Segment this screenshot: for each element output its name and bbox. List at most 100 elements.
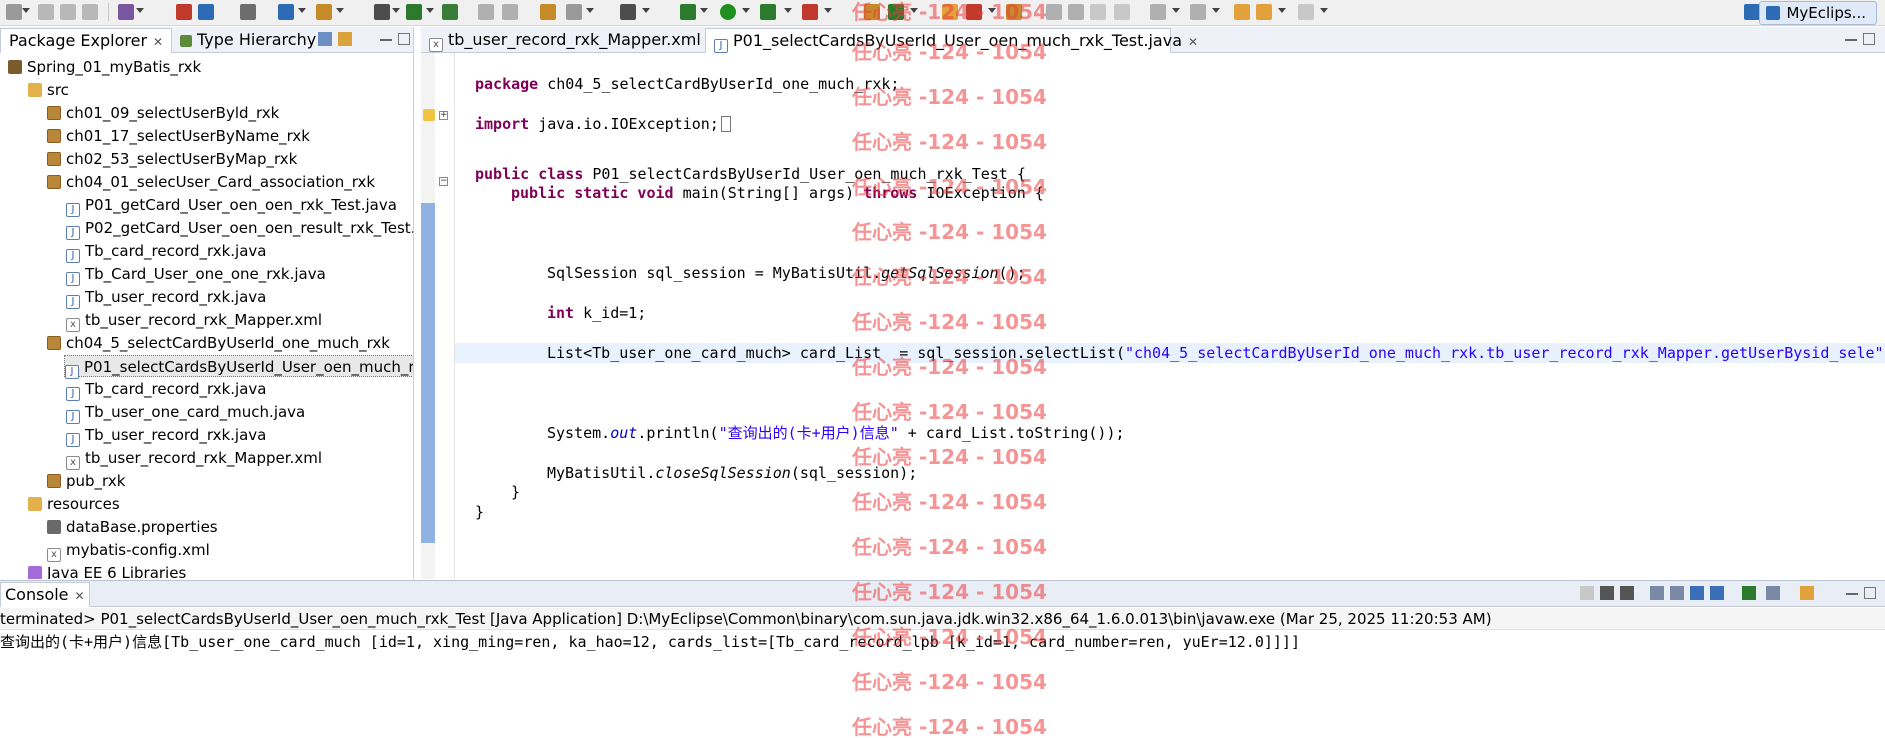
search-file-icon[interactable] [566, 4, 582, 20]
display-console-icon[interactable] [1766, 586, 1780, 600]
tree-item-package[interactable]: ch04_5_selectCardByUserId_one_much_rxk [47, 332, 390, 354]
tree-item-selected-file[interactable]: P01_selectCardsByUserId_User_oen_much_rx [64, 355, 413, 379]
chevron-down-icon[interactable] [742, 8, 750, 13]
new-project-icon[interactable] [864, 4, 880, 20]
chevron-down-icon[interactable] [336, 8, 344, 13]
print-icon[interactable] [82, 4, 98, 20]
chevron-down-icon[interactable] [988, 8, 996, 13]
open-file-icon[interactable] [478, 4, 494, 20]
remove-all-icon[interactable] [1620, 586, 1634, 600]
tree-item-file[interactable]: Tb_Card_User_one_one_rxk.java [66, 263, 326, 286]
chevron-down-icon[interactable] [642, 8, 650, 13]
chevron-down-icon[interactable] [586, 8, 594, 13]
prev-annotation-icon[interactable] [1190, 4, 1206, 20]
tree-item-file[interactable]: Tb_user_record_rxk.java [66, 286, 266, 309]
new-icon[interactable] [6, 4, 22, 20]
tree-item-file[interactable]: dataBase.properties [47, 516, 218, 538]
tree-item-file[interactable]: Tb_card_record_rxk.java [66, 378, 267, 401]
tab-console[interactable]: Console ✕ [0, 582, 90, 607]
minimize-icon[interactable] [1845, 39, 1857, 41]
server-icon[interactable] [198, 4, 214, 20]
tree-item-file[interactable]: Tb_user_one_card_much.java [66, 401, 305, 424]
chevron-down-icon[interactable] [426, 8, 434, 13]
tree-item-file[interactable]: tb_user_record_rxk_Mapper.xml [66, 309, 322, 332]
run-icon[interactable] [720, 4, 736, 20]
tree-item-file[interactable]: P01_getCard_User_oen_oen_rxk_Test.java [66, 194, 397, 217]
close-icon[interactable]: ✕ [1188, 35, 1198, 49]
chevron-down-icon[interactable] [1172, 8, 1180, 13]
layout-icon[interactable] [374, 4, 390, 20]
external-tools-icon[interactable] [802, 4, 818, 20]
deploy-icon[interactable] [176, 4, 192, 20]
toggle-icon[interactable] [1090, 4, 1106, 20]
open-type-icon[interactable] [240, 4, 256, 20]
expand-import-icon[interactable]: + [439, 111, 448, 120]
build-icon[interactable] [888, 4, 904, 20]
save-icon[interactable] [38, 4, 54, 20]
tab-package-explorer[interactable]: Package Explorer ✕ [0, 28, 172, 53]
folded-block-marker[interactable] [720, 116, 731, 132]
globe-icon[interactable] [442, 4, 458, 20]
chevron-down-icon[interactable] [136, 8, 144, 13]
remove-launch-icon[interactable] [1600, 586, 1614, 600]
minimize-icon[interactable] [1846, 593, 1858, 595]
chevron-down-icon[interactable] [22, 8, 30, 13]
chevron-down-icon[interactable] [1278, 8, 1286, 13]
perspective-switcher-button[interactable]: MyEclips... [1759, 1, 1877, 25]
open-folder-icon[interactable] [942, 4, 958, 20]
tab-test-java[interactable]: P01_selectCardsByUserId_User_oen_much_rx… [705, 28, 1198, 53]
maximize-icon[interactable] [1863, 33, 1875, 45]
terminate-icon[interactable] [1580, 586, 1594, 600]
debug-icon[interactable] [680, 4, 696, 20]
warning-icon[interactable] [423, 109, 435, 121]
tree-item-package[interactable]: pub_rxk [47, 470, 125, 492]
close-icon[interactable]: ✕ [75, 589, 85, 603]
block-icon[interactable] [1114, 4, 1130, 20]
chevron-down-icon[interactable] [298, 8, 306, 13]
edit-icon[interactable] [966, 4, 982, 20]
link-editor-icon[interactable] [338, 32, 352, 46]
tree-item-resources[interactable]: resources [28, 493, 120, 515]
tab-type-hierarchy[interactable]: Type Hierarchy [172, 28, 316, 53]
forward-arrow-icon[interactable] [1298, 4, 1314, 20]
minimize-icon[interactable] [380, 39, 392, 41]
close-icon[interactable]: ✕ [153, 35, 163, 49]
pin-console-icon[interactable] [1742, 586, 1756, 600]
back-arrow-icon[interactable] [1256, 4, 1272, 20]
code-area[interactable]: package ch04_5_selectCardByUserId_one_mu… [455, 53, 1885, 579]
refresh-icon[interactable] [502, 4, 518, 20]
maximize-icon[interactable] [1864, 587, 1876, 599]
tree-item-src[interactable]: src [28, 79, 69, 101]
chevron-down-icon[interactable] [784, 8, 792, 13]
next-annotation-icon[interactable] [1150, 4, 1166, 20]
tree-item-library[interactable]: Java EE 6 Libraries [28, 562, 186, 579]
pin-icon[interactable] [1046, 4, 1062, 20]
annotation-icon[interactable] [1006, 4, 1022, 20]
tree-item-file[interactable]: Tb_user_record_rxk.java [66, 424, 266, 447]
console-output[interactable]: 查询出的(卡+用户)信息[Tb_user_one_card_much [id=1… [0, 631, 1885, 653]
tree-item-file[interactable]: Tb_card_record_rxk.java [66, 240, 267, 263]
open-perspective-icon[interactable] [1744, 4, 1760, 20]
chevron-down-icon[interactable] [1212, 8, 1220, 13]
tree-item-file[interactable]: P02_getCard_User_oen_oen_result_rxk_Test… [66, 217, 413, 240]
maximize-icon[interactable] [398, 33, 410, 45]
open-console-icon[interactable] [1800, 586, 1814, 600]
tree-item-file[interactable]: tb_user_record_rxk_Mapper.xml [66, 447, 322, 470]
tree-item-package[interactable]: ch01_09_selectUserByld_rxk [47, 102, 279, 124]
chevron-down-icon[interactable] [392, 8, 400, 13]
tree-item-file[interactable]: mybatis-config.xml [47, 539, 210, 562]
word-wrap-icon[interactable] [1710, 586, 1724, 600]
tree-item-project[interactable]: Spring_01_myBatis_rxk [8, 56, 201, 78]
tab-mapper-xml[interactable]: tb_user_record_rxk_Mapper.xml [421, 28, 703, 53]
pen-icon[interactable] [1068, 4, 1084, 20]
chevron-down-icon[interactable] [824, 8, 832, 13]
clear-console-icon[interactable] [1650, 586, 1664, 600]
tree-item-package[interactable]: ch04_01_selecUser_Card_association_rxk [47, 171, 375, 193]
tools-icon[interactable] [316, 4, 332, 20]
chevron-down-icon[interactable] [700, 8, 708, 13]
chevron-down-icon[interactable] [910, 8, 918, 13]
tree-item-package[interactable]: ch01_17_selectUserByName_rxk [47, 125, 310, 147]
last-edit-icon[interactable] [1234, 4, 1250, 20]
show-on-output-icon[interactable] [1690, 586, 1704, 600]
tree-item-package[interactable]: ch02_53_selectUserByMap_rxk [47, 148, 297, 170]
